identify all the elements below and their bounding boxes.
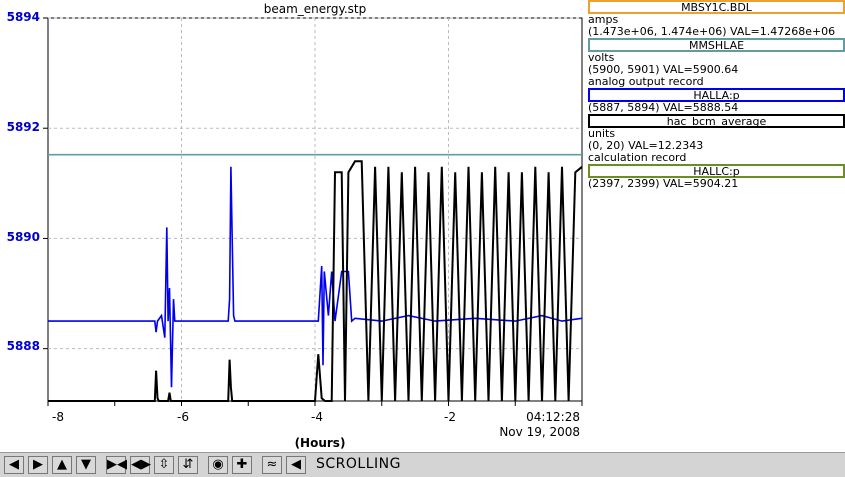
- legend-pv-name[interactable]: HALLA:p: [588, 88, 845, 102]
- zoom-in-h-icon: ▶◀: [107, 457, 127, 472]
- legend-record-type: calculation record: [588, 151, 687, 164]
- zoom-out-v-icon: ⇵: [182, 457, 194, 472]
- legend-entry[interactable]: HALLC:p (2397, 2399) VAL=5904.21: [588, 164, 845, 190]
- legend-entry[interactable]: hac_bcm_average units (0, 20) VAL=12.234…: [588, 114, 845, 164]
- stop-icon: ◉: [212, 457, 224, 472]
- autoscale-button[interactable]: ≈: [262, 456, 282, 474]
- zoom-out-vertical-button[interactable]: ⇵: [178, 456, 198, 474]
- legend-entry[interactable]: MBSY1C.BDL amps (1.473e+06, 1.474e+06) V…: [588, 0, 845, 38]
- arrow-right-icon: ▶: [33, 457, 43, 472]
- legend-entry[interactable]: HALLA:p (5887, 5894) VAL=5888.54: [588, 88, 845, 114]
- x-tick-label: -4: [311, 410, 323, 424]
- x-tick-label: -6: [177, 410, 189, 424]
- arrow-left-icon: ◀: [9, 457, 19, 472]
- end-time: 04:12:28: [526, 410, 580, 424]
- scroll-right-button[interactable]: ▶: [28, 456, 48, 474]
- zoom-in-v-icon: ⇳: [158, 457, 170, 472]
- legend-value: (2397, 2399) VAL=5904.21: [588, 177, 739, 190]
- end-date: Nov 19, 2008: [499, 425, 580, 439]
- x-tick-label: -8: [52, 410, 64, 424]
- legend-entry[interactable]: MMSHLAE volts (5900, 5901) VAL=5900.64 a…: [588, 38, 845, 88]
- x-axis-label: (Hours): [294, 436, 346, 450]
- scroll-left-button[interactable]: ◀: [4, 456, 24, 474]
- legend-pv-name[interactable]: MMSHLAE: [588, 38, 845, 52]
- x-tick-label: -2: [444, 410, 456, 424]
- y-tick-label: 5888: [6, 339, 40, 353]
- y-tick-label: 5890: [6, 230, 40, 244]
- legend-pv-name[interactable]: MBSY1C.BDL: [588, 0, 845, 14]
- y-tick-label: 5892: [6, 120, 40, 134]
- arrow-down-icon: ▼: [81, 457, 91, 472]
- legend-record-type: analog output record: [588, 75, 704, 88]
- scroll-mode-button[interactable]: ◀: [286, 456, 306, 474]
- plot-area[interactable]: [0, 0, 590, 452]
- arrow-up-icon: ▲: [57, 457, 67, 472]
- scrolling-status: SCROLLING: [316, 456, 401, 472]
- legend-panel: MBSY1C.BDL amps (1.473e+06, 1.474e+06) V…: [588, 0, 845, 190]
- stop-button[interactable]: ◉: [208, 456, 228, 474]
- legend-pv-name[interactable]: hac_bcm_average: [588, 114, 845, 128]
- zoom-out-h-icon: ◀▶: [131, 457, 151, 472]
- scroll-icon: ◀: [291, 457, 301, 472]
- add-button[interactable]: ✚: [232, 456, 252, 474]
- autoscale-icon: ≈: [266, 457, 278, 472]
- scroll-down-button[interactable]: ▼: [76, 456, 96, 474]
- zoom-out-horizontal-button[interactable]: ◀▶: [130, 456, 151, 474]
- end-timestamp: 04:12:28 Nov 19, 2008: [490, 410, 580, 440]
- zoom-in-horizontal-button[interactable]: ▶◀: [106, 456, 127, 474]
- plus-icon: ✚: [236, 457, 248, 472]
- zoom-in-vertical-button[interactable]: ⇳: [154, 456, 174, 474]
- legend-pv-name[interactable]: HALLC:p: [588, 164, 845, 178]
- legend-value: (1.473e+06, 1.474e+06) VAL=1.47268e+06: [588, 25, 836, 38]
- scroll-up-button[interactable]: ▲: [52, 456, 72, 474]
- toolbar: ◀ ▶ ▲ ▼ ▶◀ ◀▶ ⇳ ⇵ ◉ ✚ ≈ ◀ SCROLLING: [0, 452, 845, 477]
- legend-value: (5887, 5894) VAL=5888.54: [588, 101, 739, 114]
- y-tick-label: 5894: [6, 10, 40, 24]
